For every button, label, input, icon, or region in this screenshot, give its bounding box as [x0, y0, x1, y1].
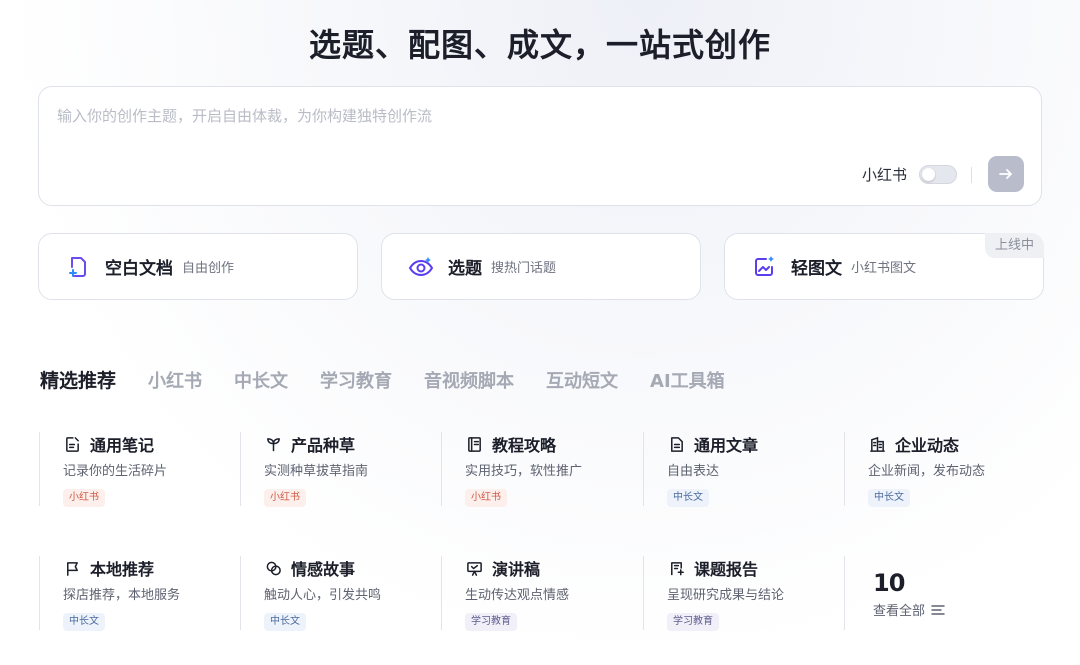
blank-doc-icon: [65, 254, 91, 280]
template-title: 情感故事: [291, 560, 356, 579]
building-icon: [868, 435, 886, 453]
sprout-icon: [264, 435, 282, 453]
tab-video-script[interactable]: 音视频脚本: [424, 367, 514, 393]
template-tag: 学习教育: [667, 613, 719, 631]
template-title: 教程攻略: [492, 436, 557, 455]
xiaohongshu-toggle[interactable]: [919, 165, 957, 184]
template-description: 自由表达: [667, 464, 720, 479]
template-description: 呈现研究成果与结论: [667, 588, 785, 603]
mode-card-light-image-text[interactable]: 轻图文 小红书图文 上线中: [724, 233, 1044, 300]
mode-title: 空白文档: [105, 259, 173, 279]
tab-featured[interactable]: 精选推荐: [40, 366, 116, 393]
card-divider: [240, 432, 241, 506]
template-card-emotional-story[interactable]: 情感故事 触动人心，引发共鸣 中长文: [240, 556, 430, 632]
card-divider: [39, 556, 40, 630]
template-title: 产品种草: [291, 436, 356, 455]
template-description: 记录你的生活碎片: [63, 464, 168, 479]
view-all-label: 查看全部: [873, 604, 926, 619]
template-description: 生动传达观点情感: [465, 588, 570, 603]
presentation-icon: [465, 559, 483, 577]
template-title: 本地推荐: [90, 560, 155, 579]
template-tag: 小红书: [465, 489, 507, 507]
image-sparkle-icon: [751, 254, 777, 280]
send-button[interactable]: [988, 156, 1024, 192]
template-description: 实用技巧，软性推广: [465, 464, 583, 479]
mode-title: 选题: [448, 259, 482, 279]
tab-interactive-short[interactable]: 互动短文: [546, 367, 618, 393]
card-divider: [240, 556, 241, 630]
book-icon: [465, 435, 483, 453]
card-divider: [441, 556, 442, 630]
template-card-research-report[interactable]: 课题报告 呈现研究成果与结论 学习教育: [643, 556, 833, 632]
template-card-speech[interactable]: 演讲稿 生动传达观点情感 学习教育: [441, 556, 631, 632]
flag-icon: [63, 559, 81, 577]
template-title: 演讲稿: [492, 560, 541, 579]
template-tag: 中长文: [667, 489, 709, 507]
template-title: 通用文章: [694, 436, 759, 455]
coming-soon-badge: 上线中: [984, 233, 1044, 258]
tab-education[interactable]: 学习教育: [320, 367, 392, 393]
mode-card-topic[interactable]: 选题 搜热门话题: [381, 233, 701, 300]
template-card-general-note[interactable]: 通用笔记 记录你的生活碎片 小红书: [39, 432, 229, 508]
note-edit-icon: [63, 435, 81, 453]
template-tag: 中长文: [868, 489, 910, 507]
arrow-right-icon: [999, 169, 1012, 179]
card-divider: [643, 556, 644, 630]
template-tag: 小红书: [264, 489, 306, 507]
mode-subtitle: 小红书图文: [851, 261, 917, 276]
template-tag: 学习教育: [465, 613, 517, 631]
template-card-company-news[interactable]: 企业动态 企业新闻，发布动态 中长文: [844, 432, 1034, 508]
template-card-local-recommend[interactable]: 本地推荐 探店推荐，本地服务 中长文: [39, 556, 229, 632]
template-tag: 中长文: [264, 613, 306, 631]
template-description: 实测种草拔草指南: [264, 464, 369, 479]
template-tag: 中长文: [63, 613, 105, 631]
card-divider: [643, 432, 644, 506]
tab-ai-toolbox[interactable]: AI工具箱: [650, 367, 725, 393]
composer-divider: [971, 167, 972, 183]
tab-xiaohongshu[interactable]: 小红书: [148, 367, 202, 393]
mode-subtitle: 搜热门话题: [491, 261, 557, 276]
template-card-product-recommend[interactable]: 产品种草 实测种草拔草指南 小红书: [240, 432, 430, 508]
card-divider: [844, 432, 845, 506]
template-card-general-article[interactable]: 通用文章 自由表达 中长文: [643, 432, 833, 508]
heart-chat-icon: [264, 559, 282, 577]
template-title: 企业动态: [895, 436, 960, 455]
template-description: 触动人心，引发共鸣: [264, 588, 382, 603]
card-divider: [844, 556, 845, 630]
topic-input[interactable]: [57, 101, 1017, 131]
card-divider: [39, 432, 40, 506]
mode-card-blank-doc[interactable]: 空白文档 自由创作: [38, 233, 358, 300]
report-icon: [667, 559, 685, 577]
toggle-knob: [922, 168, 935, 181]
card-divider: [441, 432, 442, 506]
list-icon: [931, 604, 945, 615]
view-all-templates[interactable]: 10 查看全部: [844, 556, 1034, 632]
template-card-tutorial-guide[interactable]: 教程攻略 实用技巧，软性推广 小红书: [441, 432, 631, 508]
template-title: 通用笔记: [90, 436, 155, 455]
view-all-link[interactable]: 查看全部: [873, 600, 945, 619]
mode-subtitle: 自由创作: [182, 261, 235, 276]
tab-long-form[interactable]: 中长文: [234, 367, 288, 393]
template-description: 企业新闻，发布动态: [868, 464, 986, 479]
template-title: 课题报告: [694, 560, 759, 579]
template-count: 10: [873, 569, 905, 597]
template-tag: 小红书: [63, 489, 105, 507]
mode-title: 轻图文: [791, 259, 842, 279]
hero-title: 选题、配图、成文，一站式创作: [308, 26, 771, 64]
eye-sparkle-icon: [408, 254, 434, 280]
category-tabs: 精选推荐 小红书 中长文 学习教育 音视频脚本 互动短文 AI工具箱: [40, 366, 757, 393]
template-description: 探店推荐，本地服务: [63, 588, 181, 603]
xiaohongshu-toggle-label: 小红书: [862, 166, 908, 184]
document-icon: [667, 435, 685, 453]
composer-box: 小红书: [38, 86, 1042, 206]
